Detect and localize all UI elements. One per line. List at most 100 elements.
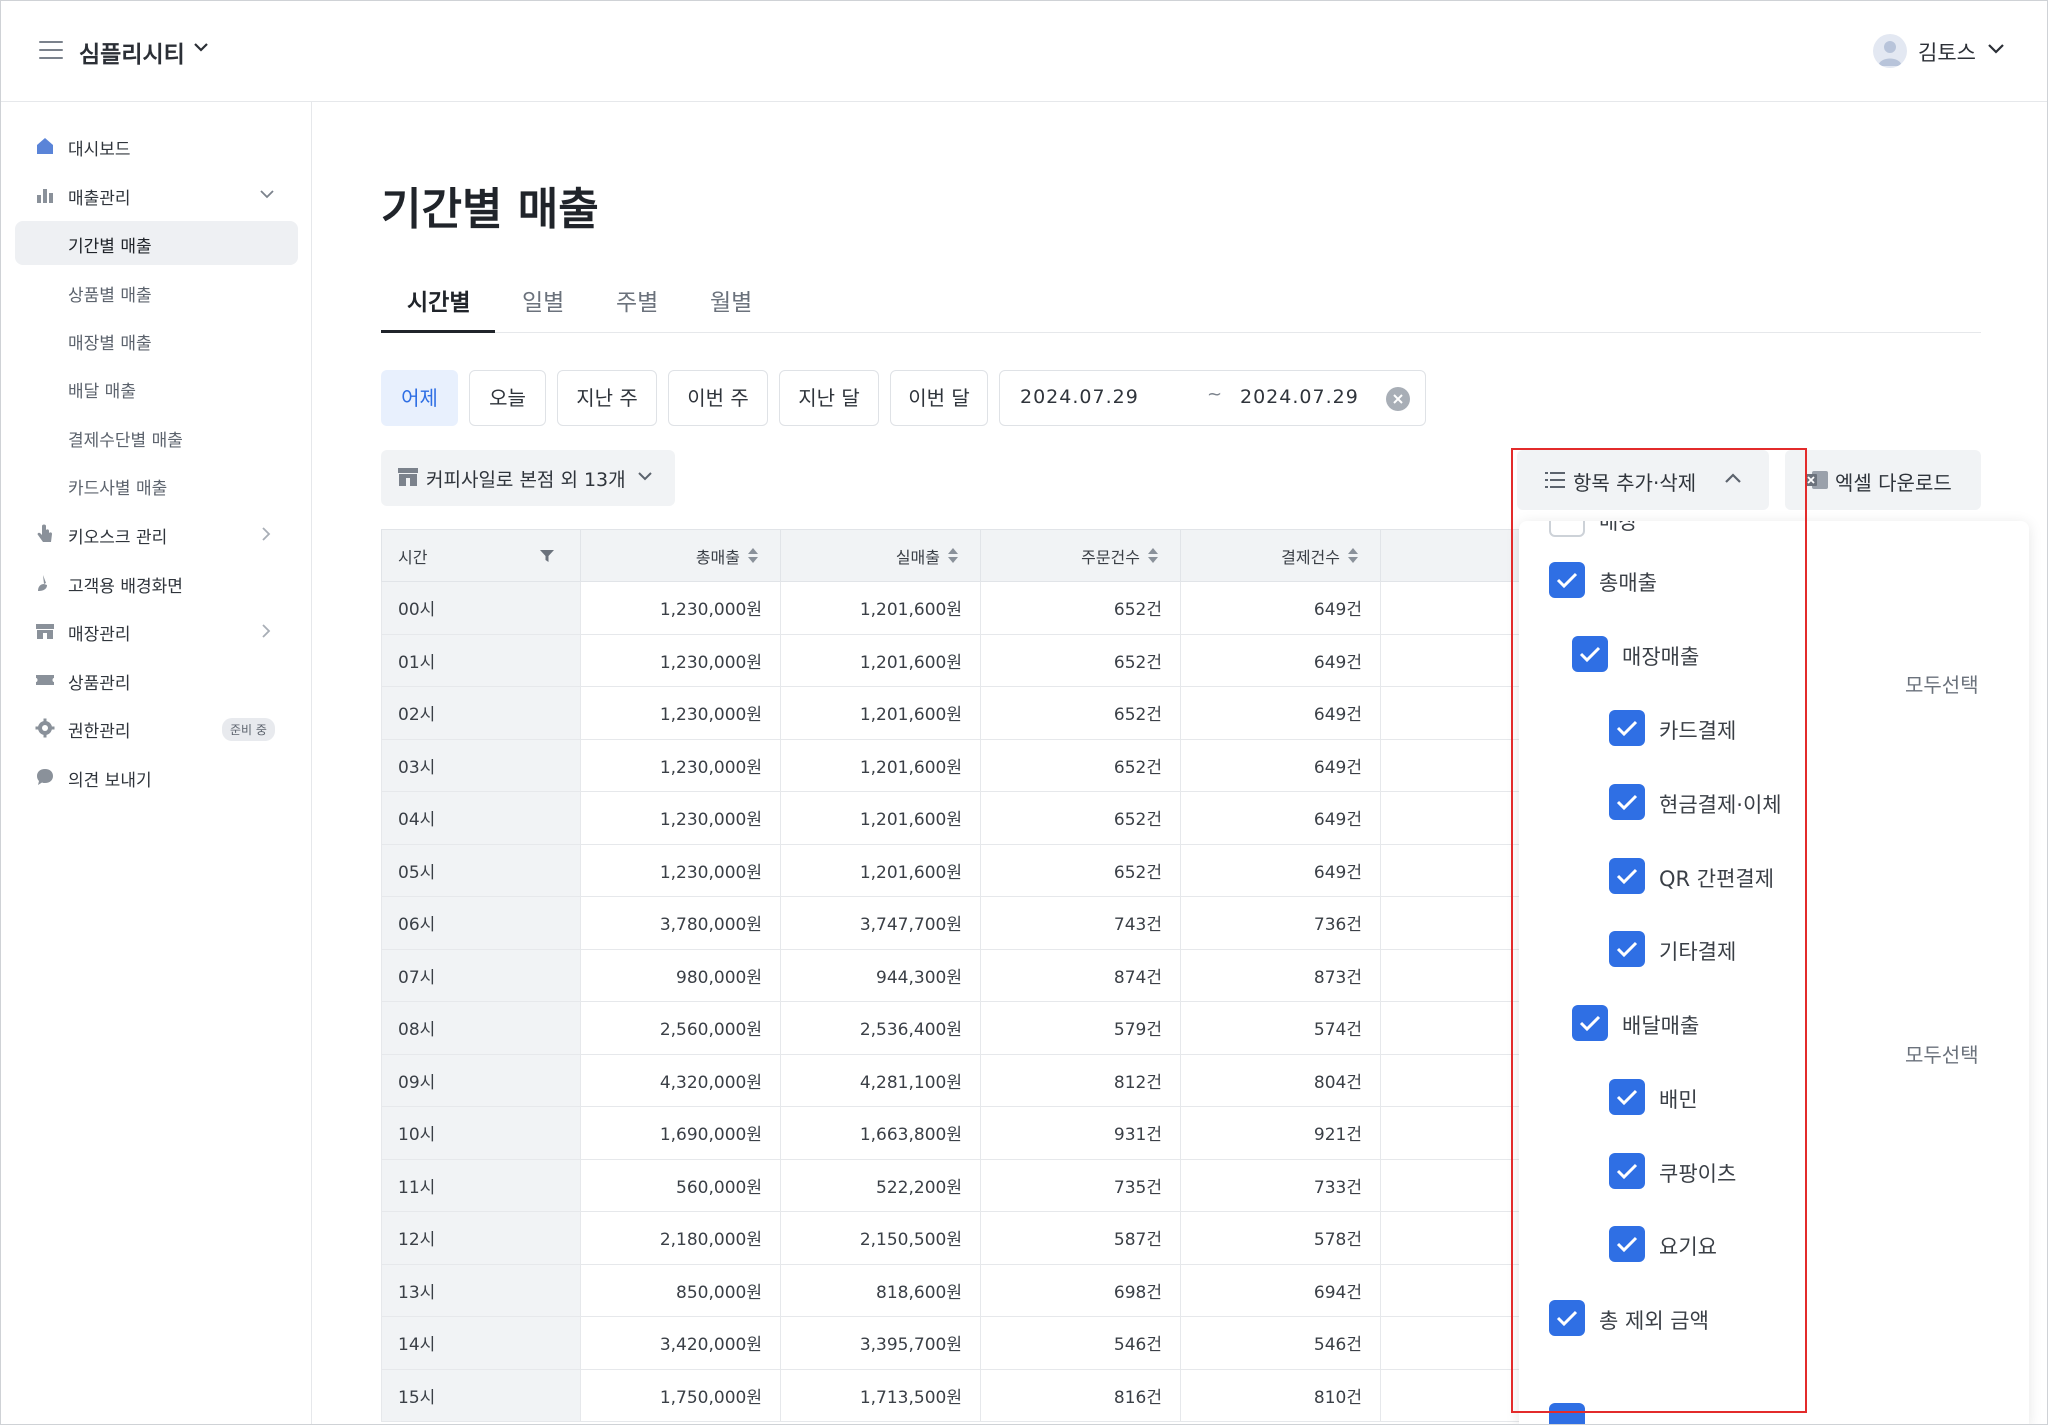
chevron-right-icon[interactable] xyxy=(259,623,273,639)
table-row: 12시2,180,000원2,150,500원587건578건9, xyxy=(381,1211,1581,1265)
checkbox[interactable] xyxy=(1549,521,1585,537)
column-header-net-sales[interactable]: 실매출 xyxy=(780,529,981,582)
table-cell: 2,560,000원 xyxy=(580,1001,781,1055)
hamburger-menu-icon[interactable] xyxy=(39,41,63,61)
sidebar-item-store-management[interactable]: 매장관리 xyxy=(1,609,312,653)
tab-monthly[interactable]: 월별 xyxy=(710,283,752,317)
sidebar-item-dashboard[interactable]: 대시보드 xyxy=(1,124,312,168)
store-filter-dropdown[interactable]: 커피사일로 본점 외 13개 xyxy=(381,450,675,506)
checkbox[interactable] xyxy=(1609,784,1645,820)
chevron-down-icon[interactable] xyxy=(193,41,209,53)
column-header-time[interactable]: 시간 xyxy=(381,529,581,582)
table-cell: 560,000원 xyxy=(580,1158,781,1212)
column-header-label: 실매출 xyxy=(895,547,940,567)
table-row: 08시2,560,000원2,536,400원579건574건3, xyxy=(381,1001,1581,1055)
table-cell: 2,150,500원 xyxy=(780,1211,981,1265)
checkbox[interactable] xyxy=(1572,636,1608,672)
range-this-week-button[interactable]: 이번 주 xyxy=(668,370,768,426)
table-cell: 578건 xyxy=(1180,1211,1381,1265)
checkbox[interactable] xyxy=(1609,1226,1645,1262)
table-cell: 931건 xyxy=(980,1106,1181,1160)
range-yesterday-button[interactable]: 어제 xyxy=(381,370,458,426)
sidebar-item-store-sales[interactable]: 매장별 매출 xyxy=(15,318,298,362)
excel-download-label: 엑셀 다운로드 xyxy=(1835,471,1952,495)
sort-icon[interactable] xyxy=(1348,548,1358,564)
start-date-field[interactable]: 2024.07.29 xyxy=(1020,386,1139,408)
ticket-icon xyxy=(36,675,54,685)
sidebar-item-kiosk[interactable]: 키오스크 관리 xyxy=(1,512,312,556)
end-date-field[interactable]: 2024.07.29 xyxy=(1240,386,1359,408)
select-all-delivery-sales-link[interactable]: 모두선택 xyxy=(1905,1039,1979,1068)
sidebar-item-feedback[interactable]: 의견 보내기 xyxy=(1,755,312,799)
checkbox[interactable] xyxy=(1549,562,1585,598)
range-last-month-button[interactable]: 지난 달 xyxy=(779,370,879,426)
store-name[interactable]: 심플리시티 xyxy=(79,35,185,69)
sidebar-item-customer-background[interactable]: 고객용 배경화면 xyxy=(1,561,312,605)
table-cell: 1,690,000원 xyxy=(580,1106,781,1160)
column-header-payment-count[interactable]: 결제건수 xyxy=(1180,529,1381,582)
range-last-week-button[interactable]: 지난 주 xyxy=(557,370,657,426)
chevron-right-icon[interactable] xyxy=(259,526,273,542)
avatar[interactable] xyxy=(1873,34,1907,68)
column-option-label: 배달매출 xyxy=(1622,1014,1700,1038)
sidebar-item-period-sales[interactable]: 기간별 매출 xyxy=(15,221,298,265)
filter-icon[interactable] xyxy=(540,549,554,563)
range-today-button[interactable]: 오늘 xyxy=(469,370,546,426)
user-name[interactable]: 김토스 xyxy=(1918,37,1976,67)
table-row: 11시 560,000원 522,200원 735건 733건 xyxy=(381,1158,1581,1212)
checkbox[interactable] xyxy=(1572,1005,1608,1041)
checkbox[interactable] xyxy=(1549,1300,1585,1336)
chevron-down-icon[interactable] xyxy=(259,187,275,201)
table-row: 09시4,320,000원4,281,100원812건804건18, xyxy=(381,1053,1581,1107)
tab-daily[interactable]: 일별 xyxy=(522,283,564,317)
excel-download-button[interactable]: 엑셀 다운로드 xyxy=(1785,450,1981,510)
column-option-label: 총매출 xyxy=(1599,571,1657,595)
sidebar: 대시보드 매출관리 기간별 매출 상품별 매출 매장별 매출 배달 매출 결제수… xyxy=(1,102,312,1424)
checkbox[interactable] xyxy=(1609,858,1645,894)
sort-icon[interactable] xyxy=(748,548,758,564)
sidebar-item-label: 카드사별 매출 xyxy=(68,479,168,499)
table-cell: 743건 xyxy=(980,896,1181,950)
checkbox[interactable] xyxy=(1549,1403,1585,1424)
column-settings-button[interactable]: 항목 추가·삭제 xyxy=(1517,450,1769,510)
sidebar-item-card-sales[interactable]: 카드사별 매출 xyxy=(15,463,298,507)
sidebar-item-label: 상품관리 xyxy=(68,674,131,694)
sidebar-item-payment-sales[interactable]: 결제수단별 매출 xyxy=(15,415,298,459)
checkbox[interactable] xyxy=(1609,1079,1645,1115)
column-header-label: 시간 xyxy=(398,547,428,567)
sort-icon[interactable] xyxy=(1148,548,1158,564)
sidebar-item-permissions[interactable]: 권한관리 준비 중 xyxy=(1,706,312,750)
table-cell: 980,000원 xyxy=(580,948,781,1002)
select-all-store-sales-link[interactable]: 모두선택 xyxy=(1905,669,1979,698)
table-cell: 00시 xyxy=(381,581,581,635)
sort-icon[interactable] xyxy=(948,548,958,564)
chevron-down-icon[interactable] xyxy=(1987,42,2005,54)
table-row: 04시1,230,000원1,201,600원652건649건8, xyxy=(381,791,1581,845)
sidebar-item-product-management[interactable]: 상품관리 xyxy=(1,658,312,702)
sidebar-item-sales[interactable]: 매출관리 xyxy=(1,173,312,217)
checkbox[interactable] xyxy=(1609,1153,1645,1189)
table-cell: 1,201,600원 xyxy=(780,686,981,740)
table-cell: 1,713,500원 xyxy=(780,1368,981,1422)
column-option-label: 배민 xyxy=(1659,1088,1698,1112)
column-header-total-sales[interactable]: 총매출 xyxy=(580,529,781,582)
table-cell: 1,750,000원 xyxy=(580,1368,781,1422)
column-header-order-count[interactable]: 주문건수 xyxy=(980,529,1181,582)
table-cell: 546건 xyxy=(1180,1316,1381,1370)
sidebar-item-delivery-sales[interactable]: 배달 매출 xyxy=(15,366,298,410)
chevron-up-icon xyxy=(1725,473,1741,483)
tab-weekly[interactable]: 주별 xyxy=(616,283,658,317)
sidebar-item-product-sales[interactable]: 상품별 매출 xyxy=(15,270,298,314)
date-range-picker[interactable]: 2024.07.29 ~ 2024.07.29 xyxy=(999,370,1426,426)
column-option-label: 기타결제 xyxy=(1659,940,1737,964)
table-cell: 921건 xyxy=(1180,1106,1381,1160)
tab-hourly[interactable]: 시간별 xyxy=(407,283,470,317)
checkbox[interactable] xyxy=(1609,931,1645,967)
checkbox[interactable] xyxy=(1609,710,1645,746)
table-body: 00시1,230,000원1,201,600원652건649건8,01시1,23… xyxy=(381,581,1581,1422)
clear-date-icon[interactable] xyxy=(1386,387,1410,411)
range-this-month-button[interactable]: 이번 달 xyxy=(890,370,988,426)
active-tab-indicator xyxy=(381,330,495,333)
table-cell: 11시 xyxy=(381,1158,581,1212)
table-cell: 10시 xyxy=(381,1106,581,1160)
